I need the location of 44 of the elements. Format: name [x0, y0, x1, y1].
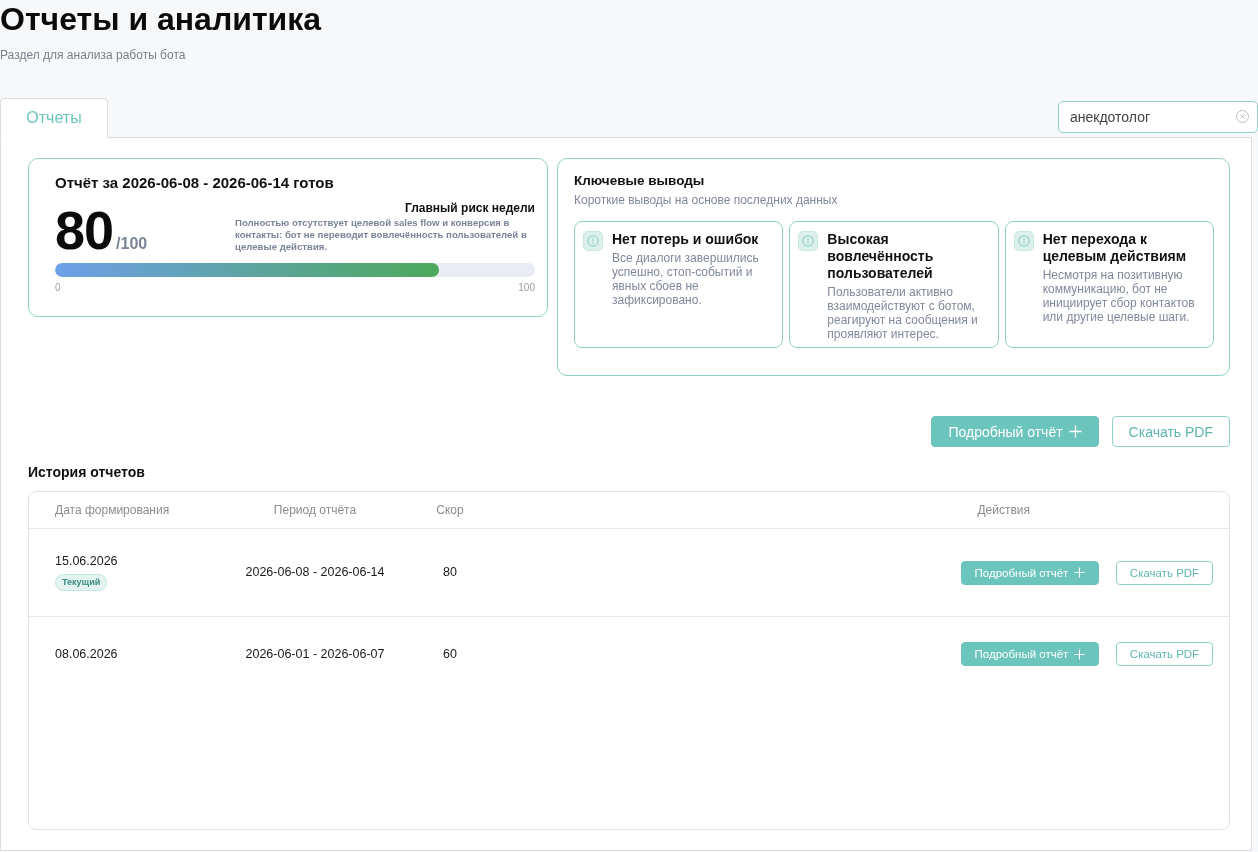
scale-max-label: 100	[518, 282, 535, 294]
info-icon	[798, 231, 819, 251]
download-pdf-button[interactable]: Скачать PDF	[1116, 560, 1213, 585]
clear-icon[interactable]	[1236, 110, 1249, 123]
date-cell: 08.06.2026	[55, 646, 118, 662]
score-cell: 60	[443, 646, 457, 662]
status-badge: Текущий	[55, 574, 108, 591]
search-field[interactable]: анекдотолог	[1058, 101, 1258, 133]
detailed-report-button[interactable]: Подробный отчёт	[961, 642, 1099, 666]
column-header: Дата формирования	[55, 503, 170, 517]
info-icon	[1013, 231, 1034, 251]
finding-title: Нет перехода к целевым действиям	[1042, 231, 1187, 265]
detailed-report-button[interactable]: Подробный отчёт	[931, 416, 1099, 447]
score-cell: 80	[443, 565, 457, 580]
period-cell: 2026-06-01 - 2026-06-07	[245, 646, 385, 662]
plus-icon	[1074, 648, 1086, 660]
finding-text: Все диалоги завершились успешно, стоп-событий и явных сбоев не зафиксировано.	[612, 251, 760, 307]
report-title: Отчёт за 2026-06-08 - 2026-06-14 готов	[55, 174, 335, 192]
plus-icon	[1074, 567, 1086, 578]
reports-tab[interactable]: Отчеты	[0, 98, 108, 138]
finding-title: Нет потерь и ошибок	[612, 231, 760, 248]
page-title: Отчеты и аналитика	[0, 0, 323, 38]
info-icon	[583, 231, 603, 251]
score-value: 80	[55, 203, 114, 257]
column-header: Период отчёта	[273, 503, 357, 517]
finding-title: Высокая вовлечённость пользователей	[827, 231, 935, 282]
period-cell: 2026-06-08 - 2026-06-14	[245, 565, 385, 580]
risk-title: Главный риск недели	[404, 201, 535, 216]
scale-min-label: 0	[55, 282, 61, 294]
column-header: Действия	[977, 503, 1030, 517]
findings-subtitle: Короткие выводы на основе последних данных	[574, 193, 839, 207]
page-subtitle: Раздел для анализа работы бота	[0, 48, 187, 62]
score-max: /100	[116, 235, 148, 253]
download-pdf-button[interactable]: Скачать PDF	[1116, 642, 1213, 666]
detailed-report-button[interactable]: Подробный отчёт	[961, 560, 1099, 585]
column-header: Скор	[436, 503, 464, 517]
download-pdf-button[interactable]: Скачать PDF	[1111, 416, 1230, 447]
history-title: История отчетов	[28, 464, 146, 480]
plus-icon	[1068, 425, 1082, 438]
findings-title: Ключевые выводы	[574, 173, 706, 189]
date-cell: 15.06.2026	[55, 554, 118, 569]
finding-text: Несмотря на позитивную коммуникацию, бот не инициирует сбор контактов или другие целевые шаги.	[1042, 268, 1196, 324]
risk-text: Полностью отсутствует целевой sales flow и конверсия в контакты: бот не переводит вовлечённость пользователей в целевые действия.	[235, 217, 528, 253]
finding-text: Пользователи активно взаимодействуют с ботом, реагируют на сообщения и проявляют интерес.	[827, 285, 979, 341]
